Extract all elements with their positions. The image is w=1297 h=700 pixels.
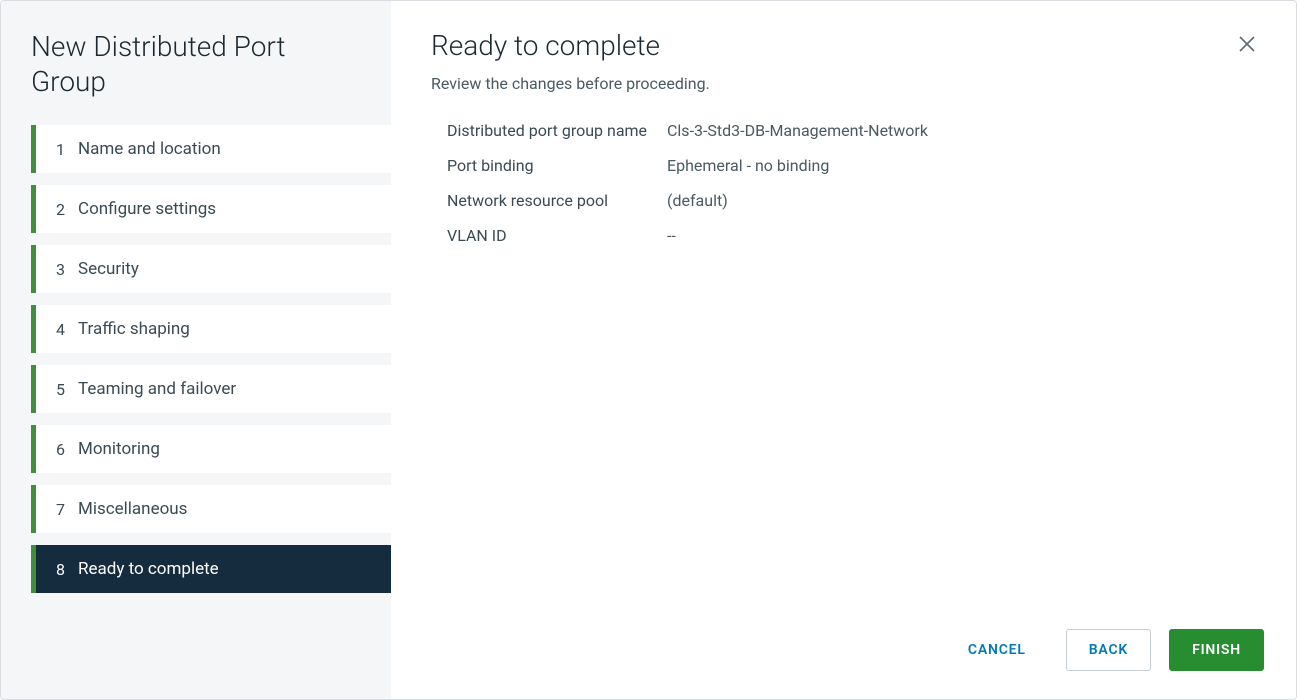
step-number: 2 [56, 200, 78, 219]
summary-value: Cls-3-Std3-DB-Management-Network [667, 121, 1256, 140]
step-configure-settings[interactable]: 2 Configure settings [31, 185, 391, 233]
step-label: Configure settings [78, 199, 391, 219]
summary-value: Ephemeral - no binding [667, 156, 1256, 175]
step-number: 7 [56, 500, 78, 519]
step-number: 5 [56, 380, 78, 399]
step-teaming-failover[interactable]: 5 Teaming and failover [31, 365, 391, 413]
cancel-button[interactable]: CANCEL [946, 630, 1048, 670]
page-subtitle: Review the changes before proceeding. [431, 74, 710, 93]
step-ready-to-complete[interactable]: 8 Ready to complete [31, 545, 391, 593]
step-number: 3 [56, 260, 78, 279]
step-label: Traffic shaping [78, 319, 391, 339]
step-number: 4 [56, 320, 78, 339]
summary-label: Network resource pool [447, 191, 667, 210]
summary-value: (default) [667, 191, 1256, 210]
summary-row-port-group-name: Distributed port group name Cls-3-Std3-D… [447, 121, 1256, 140]
summary-row-vlan-id: VLAN ID -- [447, 226, 1256, 245]
main-header-text: Ready to complete Review the changes bef… [431, 29, 710, 121]
finish-button[interactable]: FINISH [1169, 629, 1264, 671]
wizard-title: New Distributed Port Group [1, 29, 391, 125]
back-button[interactable]: BACK [1066, 629, 1151, 671]
step-number: 8 [56, 560, 78, 579]
page-title: Ready to complete [431, 29, 710, 62]
step-label: Miscellaneous [78, 499, 391, 519]
main-header: Ready to complete Review the changes bef… [431, 29, 1256, 121]
wizard-main: Ready to complete Review the changes bef… [391, 1, 1296, 699]
wizard-footer: CANCEL BACK FINISH [946, 629, 1264, 671]
step-label: Teaming and failover [78, 379, 391, 399]
step-name-and-location[interactable]: 1 Name and location [31, 125, 391, 173]
step-label: Name and location [78, 139, 391, 159]
close-button[interactable] [1238, 35, 1256, 58]
summary-label: Distributed port group name [447, 121, 667, 140]
step-number: 6 [56, 440, 78, 459]
step-label: Security [78, 259, 391, 279]
wizard-sidebar: New Distributed Port Group 1 Name and lo… [1, 1, 391, 699]
step-number: 1 [56, 140, 78, 159]
summary-label: Port binding [447, 156, 667, 175]
summary-row-network-resource-pool: Network resource pool (default) [447, 191, 1256, 210]
step-label: Monitoring [78, 439, 391, 459]
wizard-dialog: New Distributed Port Group 1 Name and lo… [0, 0, 1297, 700]
summary-label: VLAN ID [447, 226, 667, 245]
step-label: Ready to complete [78, 559, 391, 579]
summary-value: -- [667, 226, 1256, 245]
summary-row-port-binding: Port binding Ephemeral - no binding [447, 156, 1256, 175]
wizard-steps: 1 Name and location 2 Configure settings… [1, 125, 391, 593]
summary-table: Distributed port group name Cls-3-Std3-D… [431, 121, 1256, 261]
step-monitoring[interactable]: 6 Monitoring [31, 425, 391, 473]
step-security[interactable]: 3 Security [31, 245, 391, 293]
close-icon [1238, 34, 1256, 59]
step-traffic-shaping[interactable]: 4 Traffic shaping [31, 305, 391, 353]
step-miscellaneous[interactable]: 7 Miscellaneous [31, 485, 391, 533]
